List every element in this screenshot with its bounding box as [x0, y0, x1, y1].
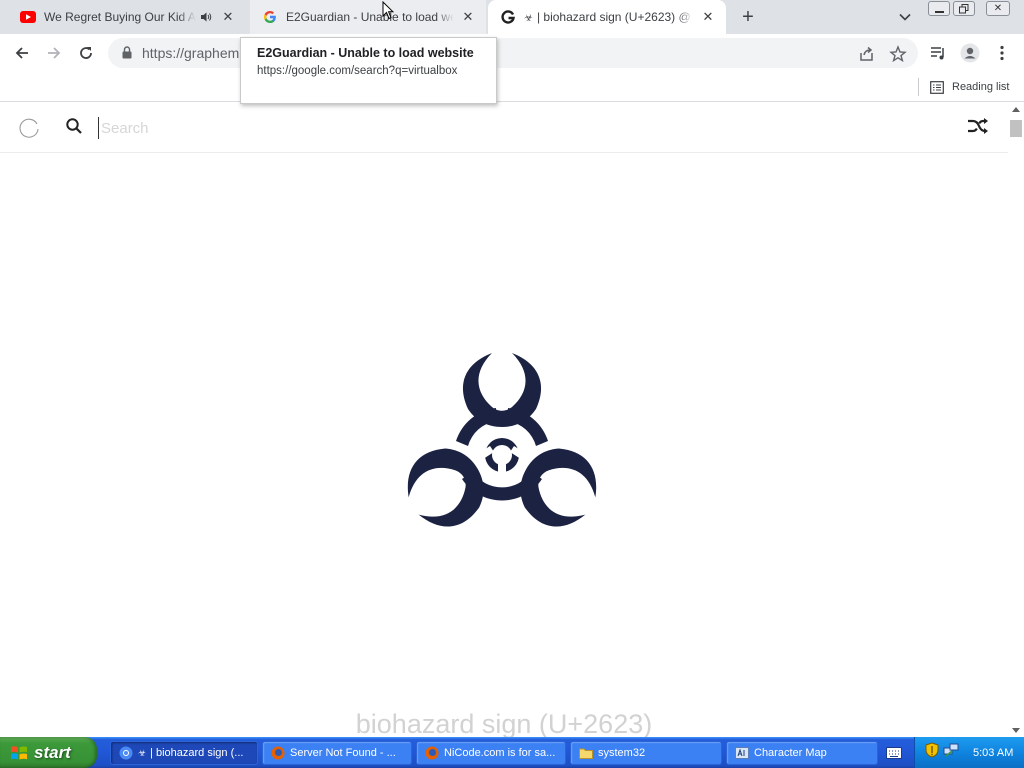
tab-title: ☣ | biohazard sign (U+2623) @ Gr [524, 10, 694, 24]
reading-list-label: Reading list [952, 81, 1010, 93]
close-tab-icon[interactable]: ✕ [700, 9, 716, 25]
charmap-icon [735, 746, 749, 760]
tab-title-text: | biohazard sign (U+2623) @ Gr [536, 10, 694, 24]
security-shield-icon[interactable] [925, 742, 939, 763]
page-content: biohazard sign (U+2623) [0, 103, 1008, 737]
taskbar-item-firefox-1[interactable]: Server Not Found - ... [262, 741, 412, 765]
minimize-button[interactable] [928, 1, 950, 16]
clock[interactable]: 5:03 AM [973, 747, 1013, 759]
firefox-icon [425, 746, 439, 760]
taskbar-item-chrome[interactable]: ☣ | biohazard sign (... [110, 741, 258, 765]
profile-avatar-icon[interactable] [958, 41, 982, 65]
reading-list-button[interactable]: Reading list [930, 77, 1009, 97]
google-icon [262, 9, 278, 25]
windows-logo-icon [11, 745, 27, 759]
share-icon[interactable] [858, 45, 876, 63]
taskbar-item-explorer[interactable]: system32 [570, 741, 722, 765]
scroll-thumb[interactable] [1010, 120, 1022, 137]
browser-toolbar: https://graphem [0, 34, 1024, 72]
start-label: start [34, 742, 71, 762]
scroll-up-arrow-icon[interactable] [1012, 107, 1020, 112]
forward-button[interactable] [42, 41, 66, 65]
graphemica-logo-icon[interactable] [18, 117, 40, 144]
taskbar-item-label: Server Not Found - ... [290, 747, 396, 759]
close-tab-icon[interactable]: ✕ [460, 9, 476, 25]
scroll-down-arrow-icon[interactable] [1012, 728, 1020, 733]
screen: We Regret Buying Our Kid An X ✕ E2Guardi… [0, 0, 1024, 768]
search-input[interactable] [98, 117, 598, 139]
tab-title: E2Guardian - Unable to load website [286, 10, 454, 24]
taskbar-item-label: Character Map [754, 747, 827, 759]
biohazard-icon [394, 351, 610, 552]
bookmarks-bar: Reading list [0, 72, 1024, 102]
start-button[interactable]: start [0, 737, 97, 768]
close-tab-icon[interactable]: ✕ [220, 9, 236, 25]
tab-e2guardian[interactable]: E2Guardian - Unable to load website ✕ [250, 0, 486, 34]
tab-hover-tooltip: E2Guardian - Unable to load website http… [240, 37, 497, 104]
taskbar-item-firefox-2[interactable]: NiCode.com is for sa... [416, 741, 566, 765]
random-shuffle-icon[interactable] [966, 116, 990, 141]
biohazard-mini-icon: ☣ [138, 747, 147, 758]
tooltip-url: https://google.com/search?q=virtualbox [257, 65, 458, 77]
chrome-icon [119, 746, 133, 760]
firefox-icon [271, 746, 285, 760]
lock-icon[interactable] [122, 46, 132, 64]
tab-search-chevron-icon[interactable] [896, 8, 914, 26]
system-tray: 5:03 AM [914, 737, 1024, 768]
folder-icon [579, 746, 593, 760]
new-tab-button[interactable]: + [736, 6, 760, 28]
keyboard-language-icon[interactable] [886, 746, 902, 764]
reading-list-icon [930, 80, 944, 94]
bookmark-star-icon[interactable] [889, 45, 907, 63]
reload-button[interactable] [74, 41, 98, 65]
network-icon[interactable] [943, 742, 959, 763]
youtube-icon [20, 9, 36, 25]
address-bar[interactable]: https://graphem [108, 38, 918, 68]
bookmarks-separator [918, 78, 919, 96]
tab-title: We Regret Buying Our Kid An X [44, 10, 196, 24]
character-name: biohazard sign (U+2623) [355, 709, 653, 737]
taskbar-item-label: system32 [598, 747, 646, 759]
taskbar-item-label: | biohazard sign (... [150, 747, 244, 759]
restore-button[interactable] [953, 1, 975, 16]
window-close-button[interactable]: ✕ [986, 1, 1010, 16]
more-menu-icon[interactable] [990, 41, 1014, 65]
tab-graphemica[interactable]: ☣ | biohazard sign (U+2623) @ Gr ✕ [488, 0, 726, 34]
search-icon[interactable] [65, 117, 83, 140]
tab-youtube[interactable]: We Regret Buying Our Kid An X ✕ [8, 0, 246, 34]
page-scrollbar[interactable] [1008, 103, 1024, 737]
graphemica-icon [500, 9, 516, 25]
biohazard-mini-icon: ☣ [524, 13, 533, 24]
mouse-cursor-icon [382, 1, 394, 20]
media-control-icon[interactable] [926, 41, 950, 65]
windows-taskbar: start ☣ | biohazard sign (... Server Not… [0, 737, 1024, 768]
tooltip-title: E2Guardian - Unable to load website [257, 46, 474, 60]
taskbar-item-label: NiCode.com is for sa... [444, 747, 556, 759]
site-search-bar [0, 103, 1008, 153]
tab-strip: We Regret Buying Our Kid An X ✕ E2Guardi… [0, 0, 1024, 34]
url-text: https://graphem [142, 45, 240, 61]
taskbar-item-charmap[interactable]: Character Map [726, 741, 878, 765]
back-button[interactable] [10, 41, 34, 65]
speaker-icon[interactable] [200, 11, 214, 23]
